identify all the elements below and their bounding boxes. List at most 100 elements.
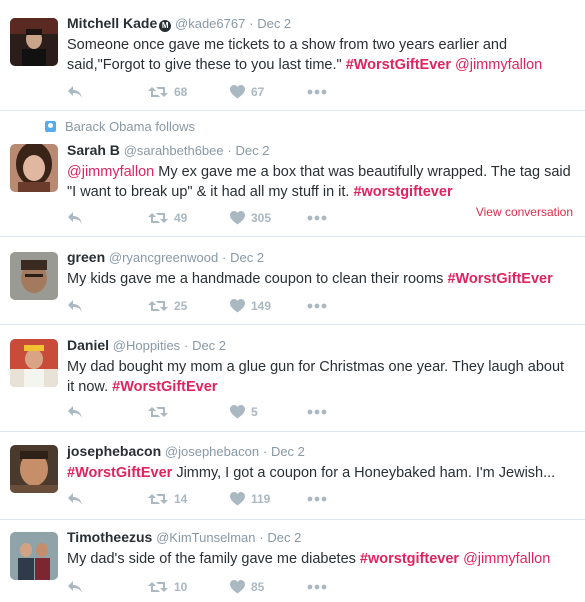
display-name[interactable]: green bbox=[67, 249, 105, 265]
avatar[interactable] bbox=[10, 532, 58, 580]
avatar[interactable] bbox=[10, 339, 58, 387]
hashtag-link[interactable]: #worstgiftever bbox=[360, 551, 459, 567]
retweet-button[interactable]: 14 bbox=[148, 488, 187, 508]
more-button[interactable] bbox=[307, 207, 327, 227]
timestamp[interactable]: Dec 2 bbox=[257, 16, 291, 31]
timestamp[interactable]: Dec 2 bbox=[236, 143, 270, 158]
timestamp[interactable]: Dec 2 bbox=[271, 444, 305, 459]
screen-name[interactable]: @KimTunselman bbox=[156, 530, 255, 545]
tweet[interactable]: Timotheezus @KimTunselman · Dec 2 My dad… bbox=[0, 520, 585, 602]
screen-name[interactable]: @josephebacon bbox=[165, 444, 259, 459]
hashtag-link[interactable]: #WorstGiftEver bbox=[447, 271, 552, 287]
like-count: 149 bbox=[251, 298, 272, 313]
tweet[interactable]: josephebacon @josephebacon · Dec 2 #Wors… bbox=[0, 432, 585, 520]
hashtag-link[interactable]: #worstgiftever bbox=[353, 184, 452, 200]
retweet-button[interactable]: 25 bbox=[148, 295, 187, 315]
heart-icon bbox=[230, 298, 245, 313]
mention-link[interactable]: @jimmyfallon bbox=[463, 551, 550, 567]
tweet-actions: 10 85 bbox=[67, 576, 487, 596]
avatar[interactable] bbox=[10, 252, 58, 300]
tweet-text: My dad's side of the family gave me diab… bbox=[67, 549, 573, 569]
screen-name[interactable]: @sarahbeth6bee bbox=[124, 143, 224, 158]
retweet-button[interactable]: 49 bbox=[148, 207, 187, 227]
like-button[interactable]: 67 bbox=[230, 81, 264, 101]
more-button[interactable] bbox=[307, 295, 327, 315]
more-button[interactable] bbox=[307, 488, 327, 508]
retweet-icon bbox=[148, 212, 168, 223]
reply-icon bbox=[68, 85, 82, 98]
more-dots-icon bbox=[307, 303, 327, 309]
display-name[interactable]: josephebacon bbox=[67, 443, 161, 459]
display-name[interactable]: Timotheezus bbox=[67, 529, 152, 545]
like-count: 85 bbox=[251, 579, 265, 594]
screen-name[interactable]: @ryancgreenwood bbox=[109, 250, 218, 265]
reply-button[interactable] bbox=[67, 401, 83, 421]
more-dots-icon bbox=[307, 89, 327, 95]
tweet[interactable]: Barack Obama follows Sarah B @sarahbeth6… bbox=[0, 111, 585, 237]
like-button[interactable]: 119 bbox=[230, 488, 270, 508]
tweet[interactable]: Mitchell Kade M @kade6767 · Dec 2 Someone… bbox=[0, 0, 585, 111]
tweet[interactable]: green @ryancgreenwood · Dec 2 My kids ga… bbox=[0, 237, 585, 325]
reply-icon bbox=[68, 211, 82, 224]
retweet-icon bbox=[148, 300, 168, 311]
timestamp[interactable]: Dec 2 bbox=[267, 530, 301, 545]
like-button[interactable]: 5 bbox=[230, 401, 258, 421]
like-button[interactable]: 85 bbox=[230, 576, 264, 596]
avatar[interactable] bbox=[10, 18, 58, 66]
reply-icon bbox=[68, 299, 82, 312]
more-button[interactable] bbox=[307, 401, 327, 421]
tweet-text: Someone once gave me tickets to a show f… bbox=[67, 35, 573, 75]
screen-name[interactable]: @Hoppities bbox=[113, 338, 180, 353]
tweet-actions: 49 305 bbox=[67, 207, 487, 227]
tweet-actions: 5 bbox=[67, 401, 487, 421]
display-name[interactable]: Mitchell Kade bbox=[67, 15, 157, 31]
reply-button[interactable] bbox=[67, 576, 83, 596]
hashtag-link[interactable]: #WorstGiftEver bbox=[346, 57, 451, 73]
hashtag-link[interactable]: #WorstGiftEver bbox=[112, 379, 217, 395]
separator-dot: · bbox=[227, 143, 232, 158]
tweet[interactable]: Daniel @Hoppities · Dec 2 My dad bought … bbox=[0, 325, 585, 432]
timestamp[interactable]: Dec 2 bbox=[192, 338, 226, 353]
social-context-text[interactable]: Barack Obama follows bbox=[65, 119, 195, 134]
display-name[interactable]: Daniel bbox=[67, 337, 109, 353]
reply-button[interactable] bbox=[67, 295, 83, 315]
reply-button[interactable] bbox=[67, 81, 83, 101]
like-button[interactable]: 305 bbox=[230, 207, 271, 227]
hashtag-link[interactable]: #WorstGiftEver bbox=[67, 465, 172, 481]
like-count: 67 bbox=[251, 84, 265, 99]
retweet-count: 10 bbox=[174, 579, 188, 594]
more-button[interactable] bbox=[307, 81, 327, 101]
mention-link[interactable]: @jimmyfallon bbox=[455, 57, 542, 73]
retweet-icon bbox=[148, 581, 168, 592]
heart-icon bbox=[230, 210, 245, 225]
reply-icon bbox=[68, 580, 82, 593]
separator-dot: · bbox=[183, 338, 189, 353]
timestamp[interactable]: Dec 2 bbox=[230, 250, 264, 265]
more-button[interactable] bbox=[307, 576, 327, 596]
like-button[interactable]: 149 bbox=[230, 295, 271, 315]
retweet-button[interactable]: 68 bbox=[148, 81, 187, 101]
view-conversation-link[interactable]: View conversation bbox=[476, 205, 573, 219]
like-count: 119 bbox=[251, 491, 271, 506]
more-dots-icon bbox=[307, 409, 327, 415]
retweet-button[interactable]: 10 bbox=[148, 576, 187, 596]
retweet-icon bbox=[148, 493, 168, 504]
avatar[interactable] bbox=[10, 445, 58, 493]
display-name[interactable]: Sarah B bbox=[67, 142, 120, 158]
separator-dot: · bbox=[249, 16, 254, 31]
screen-name[interactable]: @kade6767 bbox=[175, 16, 245, 31]
tweet-text: @jimmyfallon My ex gave me a box that wa… bbox=[67, 162, 573, 202]
avatar[interactable] bbox=[10, 144, 58, 192]
tweet-actions: 25 149 bbox=[67, 295, 487, 315]
tweet-text: My dad bought my mom a glue gun for Chri… bbox=[67, 357, 573, 397]
reply-button[interactable] bbox=[67, 207, 83, 227]
retweet-button[interactable] bbox=[148, 401, 168, 421]
reply-icon bbox=[68, 405, 82, 418]
reply-icon bbox=[68, 492, 82, 505]
retweet-count: 49 bbox=[174, 210, 188, 225]
more-dots-icon bbox=[307, 496, 327, 502]
heart-icon bbox=[230, 491, 245, 506]
reply-button[interactable] bbox=[67, 488, 83, 508]
mention-link[interactable]: @jimmyfallon bbox=[67, 164, 154, 180]
heart-icon bbox=[230, 84, 245, 99]
